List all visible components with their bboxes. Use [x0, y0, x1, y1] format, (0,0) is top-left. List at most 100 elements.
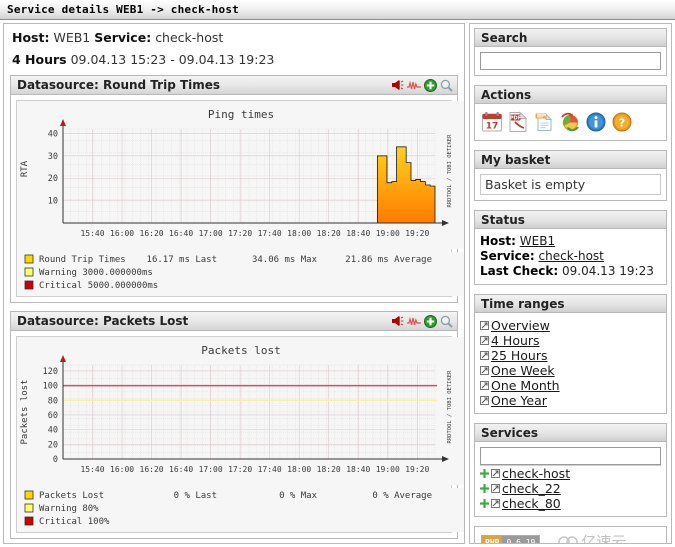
status-last-check-row: Last Check: 09.04.13 19:23 — [480, 264, 661, 279]
svg-text:Round Trip Times: Round Trip Times — [39, 255, 126, 265]
time-range-link[interactable]: One Week — [491, 363, 555, 378]
add-to-basket-icon[interactable] — [480, 484, 489, 493]
graph-ping-times[interactable]: Ping times RTA 15:40 16:00 16:20 16:40 17:00… — [16, 100, 464, 297]
time-range-list: Overview 4 Hours 25 Hours One Week One Month… — [480, 318, 661, 408]
service-list: check-host check_22 check_80 — [480, 465, 661, 511]
time-range-item[interactable]: Overview — [480, 318, 661, 333]
panel-title-search: Search — [475, 29, 666, 47]
actions-icon-row: 17 PDF ? — [480, 109, 661, 135]
panel-body-services: check-host check_22 check_80 — [475, 442, 666, 516]
basket-empty-text: Basket is empty — [480, 174, 661, 195]
external-link-icon — [491, 499, 500, 508]
svg-text:16:40: 16:40 — [169, 229, 193, 238]
datasource-block-packets-lost-4h: Datasource: Packets Lost Packets lost Pa… — [10, 311, 464, 539]
site-watermark: 亿速云 — [558, 531, 627, 544]
panel-body-time-ranges: Overview 4 Hours 25 Hours One Week One Month… — [475, 313, 666, 413]
svg-text:16:20: 16:20 — [140, 465, 164, 474]
add-icon[interactable] — [424, 314, 437, 328]
svg-text:18:00: 18:00 — [287, 229, 311, 238]
external-link-icon — [480, 336, 489, 345]
svg-text:15:40: 15:40 — [80, 229, 104, 238]
svg-text:10: 10 — [48, 197, 58, 207]
info-icon[interactable] — [585, 111, 607, 133]
sidebar-column: Search Actions 17 PDF ? My basket Basket… — [469, 23, 672, 544]
svg-text:17:00: 17:00 — [199, 229, 223, 238]
svg-text:40: 40 — [48, 129, 58, 139]
pulse-icon[interactable] — [407, 79, 421, 91]
speaker-icon[interactable] — [391, 315, 404, 327]
service-link[interactable]: check_22 — [502, 481, 561, 496]
refresh-chart-icon[interactable] — [559, 111, 581, 133]
pdf-icon[interactable]: PDF — [507, 111, 529, 133]
svg-text:18:40: 18:40 — [346, 465, 370, 474]
service-item[interactable]: check_22 — [480, 481, 661, 496]
service-link[interactable]: check_80 — [502, 496, 561, 511]
graph-svg-packets-lost: Packets lost Packets lost 15:40 16:00 16:2… — [17, 337, 464, 485]
svg-text:15:40: 15:40 — [80, 465, 104, 474]
svg-text:17: 17 — [486, 122, 499, 132]
time-range-link[interactable]: One Year — [491, 393, 547, 408]
status-host-link[interactable]: WEB1 — [520, 234, 555, 248]
svg-text:Critical 100%: Critical 100% — [39, 517, 110, 527]
time-range-item[interactable]: One Week — [480, 363, 661, 378]
graph-packets-lost[interactable]: Packets lost Packets lost 15:40 16:00 16:2… — [16, 336, 464, 533]
status-service-label: Service: — [480, 249, 535, 263]
panel-status: Status Host: WEB1 Service: check-host La… — [474, 210, 667, 285]
graph-svg-ping-times: Ping times RTA 15:40 16:00 16:20 16:40 17:00… — [17, 101, 464, 249]
svg-text:17:20: 17:20 — [228, 229, 252, 238]
services-filter-input[interactable] — [480, 447, 661, 465]
svg-text:100: 100 — [43, 382, 58, 392]
watermark-text: 亿速云 — [581, 533, 627, 544]
time-range-link[interactable]: 4 Hours — [491, 333, 540, 348]
svg-text:0 % Average: 0 % Average — [372, 491, 432, 501]
time-range-link[interactable]: Overview — [491, 318, 550, 333]
time-range-item[interactable]: One Month — [480, 378, 661, 393]
panel-body-search — [475, 47, 666, 75]
service-label-1: Service: — [94, 30, 152, 45]
svg-text:PDF: PDF — [510, 116, 521, 122]
panel-title-services: Services — [475, 424, 666, 442]
svg-text:19:00: 19:00 — [376, 229, 400, 238]
status-host-row: Host: WEB1 — [480, 234, 661, 249]
calendar-icon[interactable]: 17 — [481, 111, 503, 133]
time-range-link[interactable]: 25 Hours — [491, 348, 548, 363]
svg-text:17:40: 17:40 — [258, 465, 282, 474]
svg-text:16.17 ms Last: 16.17 ms Last — [147, 255, 217, 265]
status-service-link[interactable]: check-host — [539, 249, 604, 263]
help-icon[interactable]: ? — [611, 111, 633, 133]
svg-text:80: 80 — [48, 396, 58, 406]
graph-wrap-1: Ping times RTA 15:40 16:00 16:20 16:40 17:00… — [11, 95, 464, 302]
time-range-item[interactable]: One Year — [480, 393, 661, 408]
external-link-icon — [480, 366, 489, 375]
panel-search: Search — [474, 28, 667, 76]
datasource-title-2: Datasource: Packets Lost — [17, 314, 189, 328]
svg-text:34.06 ms Max: 34.06 ms Max — [252, 255, 318, 265]
zoom-icon[interactable] — [440, 79, 453, 92]
service-item[interactable]: check_80 — [480, 496, 661, 511]
window-title: Service details WEB1 -> check-host — [7, 3, 239, 16]
svg-text:18:00: 18:00 — [287, 465, 311, 474]
datasource-block-round-trip-times-4h: Datasource: Round Trip Times Ping times … — [10, 75, 464, 303]
speaker-icon[interactable] — [391, 79, 404, 91]
chart-ylabel-1: RTA — [20, 160, 30, 177]
panel-body-status: Host: WEB1 Service: check-host Last Chec… — [475, 229, 666, 284]
time-range-link[interactable]: One Month — [491, 378, 560, 393]
svg-text:Warning 80%: Warning 80% — [39, 504, 99, 514]
time-range-item[interactable]: 4 Hours — [480, 333, 661, 348]
pulse-icon[interactable] — [407, 315, 421, 327]
time-range-item[interactable]: 25 Hours — [480, 348, 661, 363]
svg-text:19:20: 19:20 — [405, 229, 429, 238]
svg-text:16:40: 16:40 — [169, 465, 193, 474]
service-link[interactable]: check-host — [502, 466, 570, 481]
svg-text:16:20: 16:20 — [140, 229, 164, 238]
zoom-icon[interactable] — [440, 315, 453, 328]
search-input[interactable] — [480, 52, 661, 70]
status-last-check-label: Last Check: — [480, 264, 559, 278]
add-to-basket-icon[interactable] — [480, 469, 489, 478]
service-item[interactable]: check-host — [480, 466, 661, 481]
svg-text:18:20: 18:20 — [317, 229, 341, 238]
xml-export-icon[interactable] — [533, 111, 555, 133]
add-icon[interactable] — [424, 78, 437, 92]
add-to-basket-icon[interactable] — [480, 499, 489, 508]
svg-text:16:00: 16:00 — [110, 465, 134, 474]
